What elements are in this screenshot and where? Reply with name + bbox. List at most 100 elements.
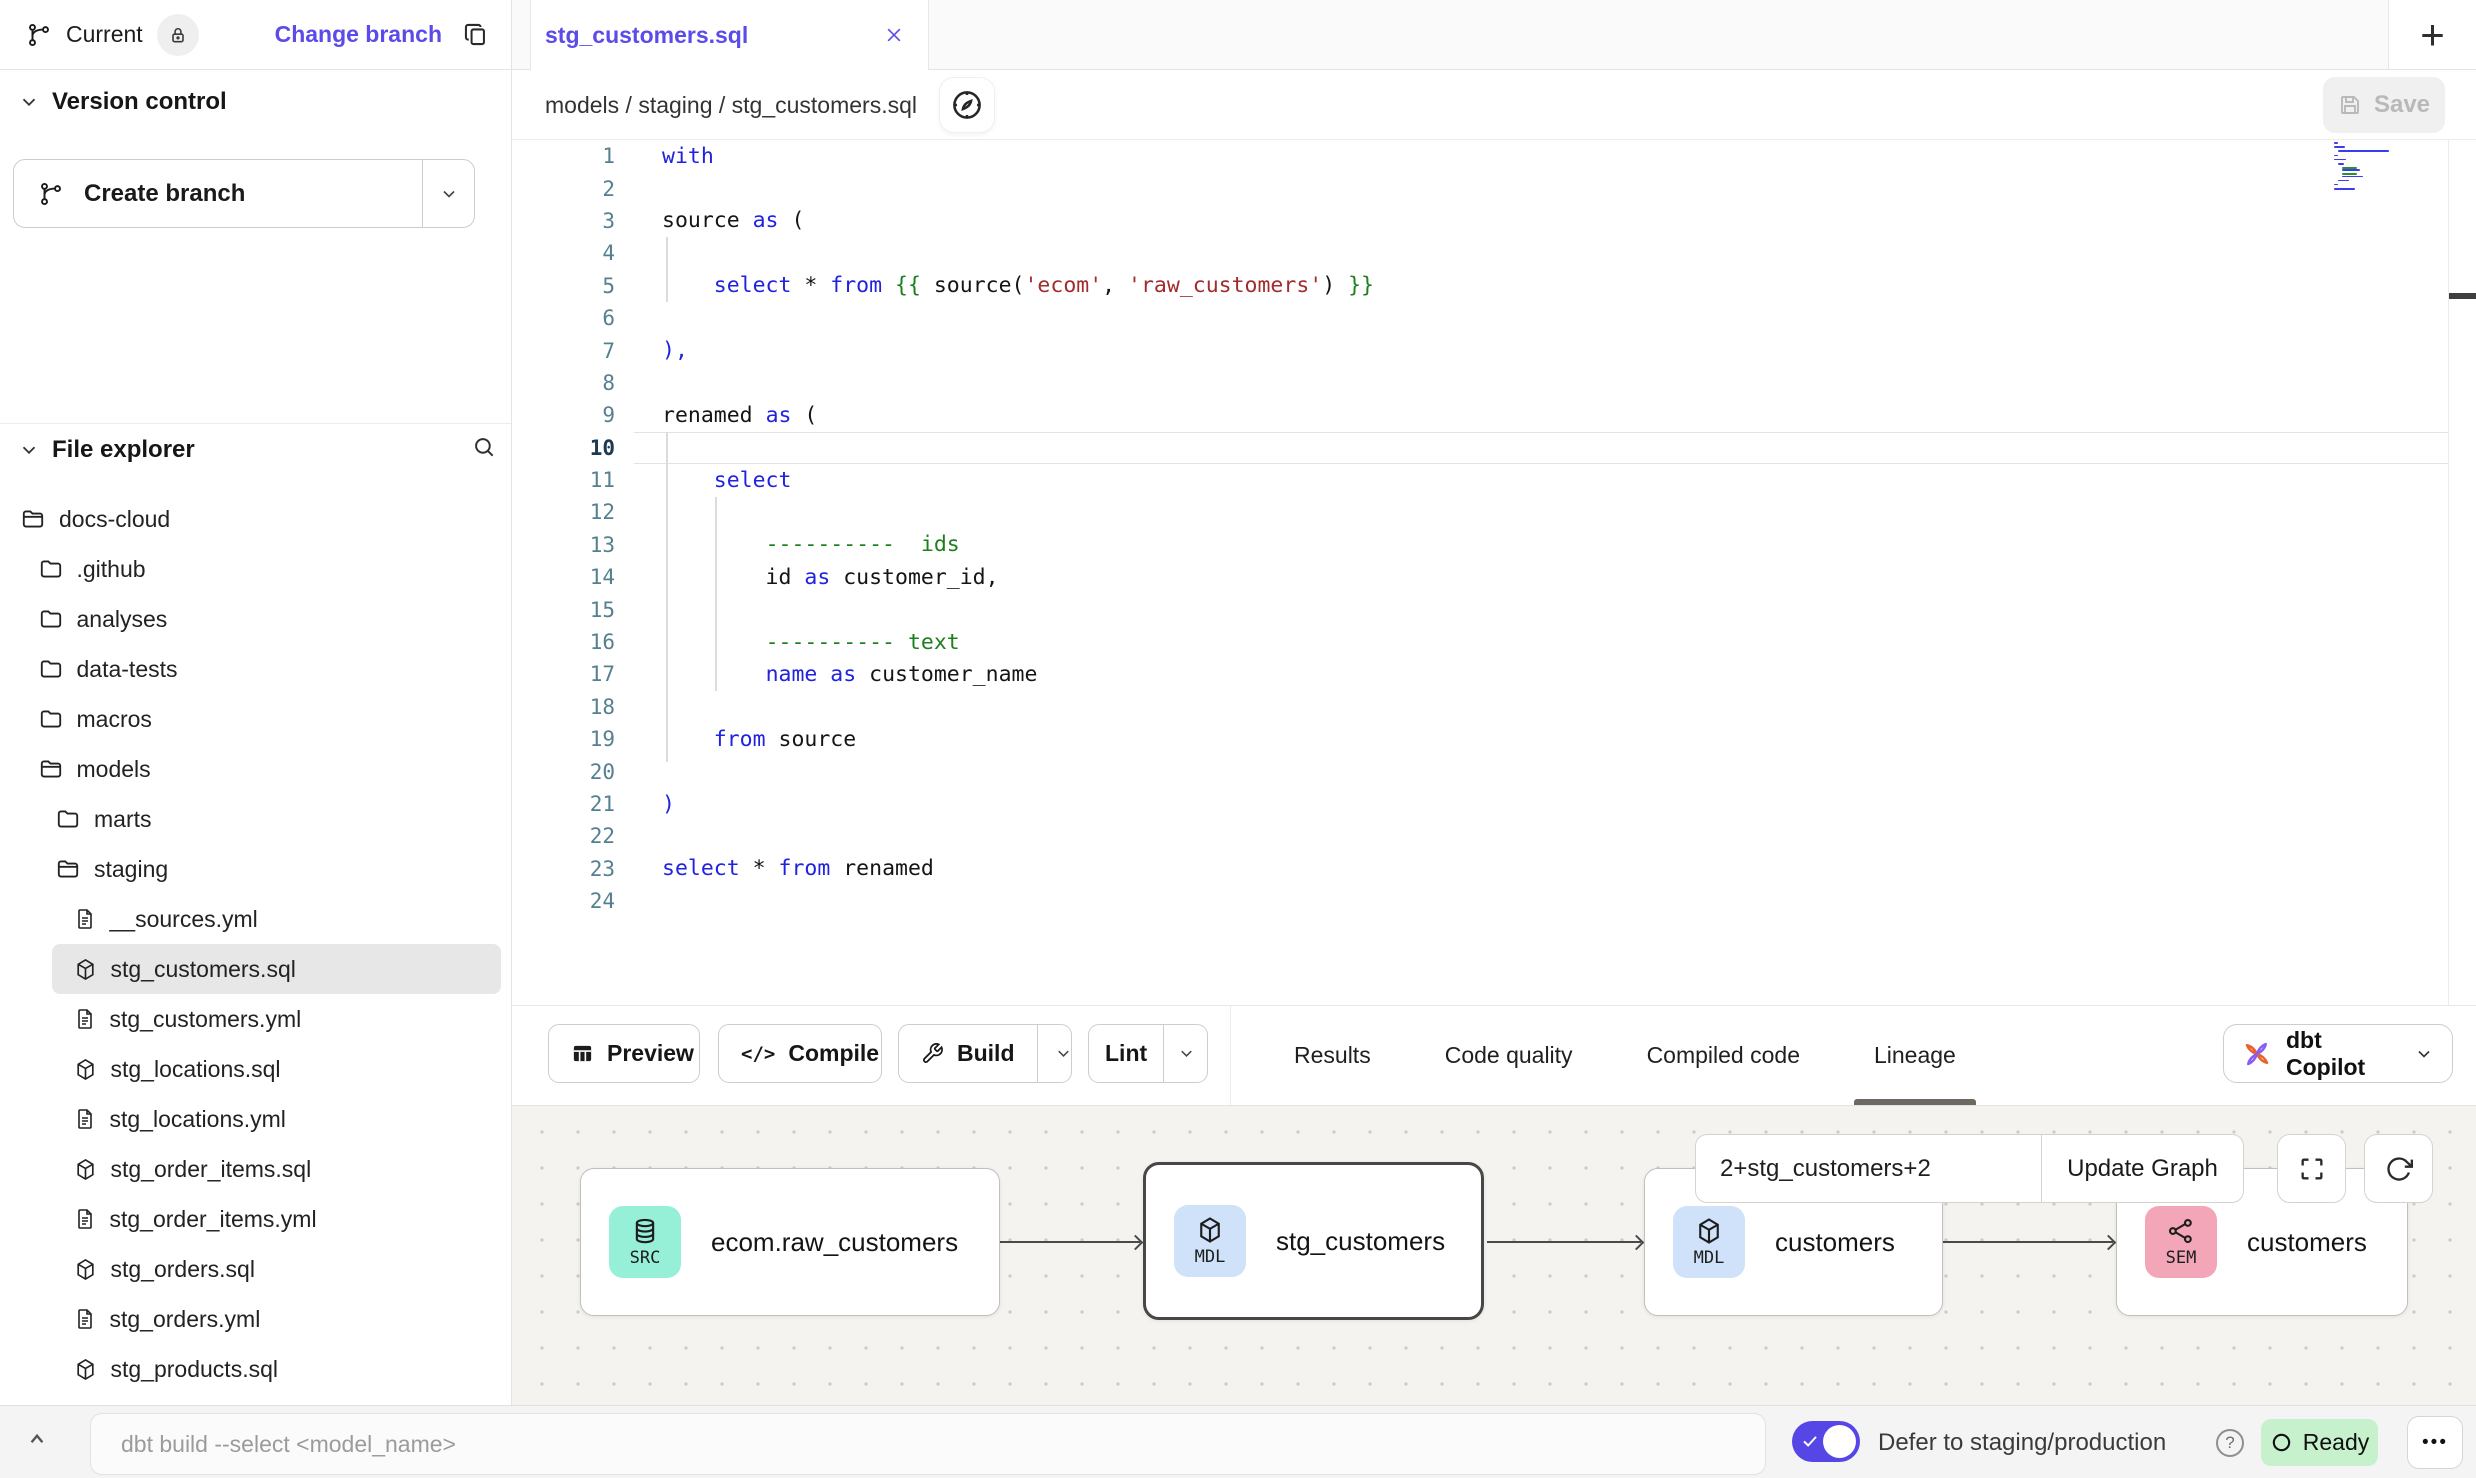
file-tree-item[interactable]: docs-cloud (0, 494, 511, 544)
build-dropdown[interactable] (1037, 1025, 1089, 1082)
file-tree-item[interactable]: stg_locations.yml (0, 1094, 511, 1144)
line-number: 2 (512, 177, 615, 201)
code-token: ---------- ids (766, 532, 960, 557)
lint-main[interactable]: Lint (1089, 1025, 1163, 1082)
code-token (662, 630, 766, 655)
refresh-icon[interactable] (2364, 1134, 2433, 1203)
file-tree-item[interactable]: data-tests (0, 644, 511, 694)
line-number: 24 (512, 889, 615, 913)
code-token: ) (662, 792, 675, 817)
build-main[interactable]: Build (899, 1025, 1037, 1082)
code-text: select * from renamed (615, 856, 934, 881)
file-tree-item[interactable]: staging (0, 844, 511, 894)
file-tree-item[interactable]: stg_customers.sql (52, 944, 501, 994)
command-input[interactable] (90, 1413, 1766, 1475)
file-tree-label: stg_order_items.yml (110, 1206, 317, 1233)
compile-button[interactable]: </> Compile (718, 1024, 882, 1083)
code-token: id (662, 565, 804, 590)
badge-label: MDL (1694, 1248, 1725, 1268)
code-token: select (714, 468, 792, 493)
file-tree-item[interactable]: stg_order_items.sql (0, 1144, 511, 1194)
lineage-canvas[interactable]: SRCecom.raw_customers MDLstg_customers MDL… (512, 1105, 2476, 1405)
cube-icon (1195, 1215, 1225, 1245)
lineage-selector-input[interactable] (1695, 1134, 2041, 1203)
ellipsis-menu-button[interactable]: ••• (2407, 1416, 2463, 1469)
defer-toggle[interactable] (1792, 1421, 1860, 1462)
tab-title: stg_customers.sql (531, 22, 748, 49)
code-line: 9renamed as ( (512, 399, 2476, 431)
copy-icon[interactable] (462, 21, 489, 48)
file-tree-item[interactable]: stg_products.sql (0, 1344, 511, 1394)
code-line: 16 ---------- text (512, 626, 2476, 658)
file-tree-label: .github (77, 556, 146, 583)
minimap[interactable] (2334, 142, 2424, 192)
tab-compiled-code[interactable]: Compiled code (1641, 1006, 1806, 1105)
copilot-compass-icon[interactable] (940, 78, 994, 132)
current-branch[interactable]: Current (0, 14, 199, 56)
code-line: 8 (512, 367, 2476, 399)
code-token: }} (1348, 273, 1374, 298)
file-tree-label: analyses (77, 606, 168, 633)
dbt-copilot-button[interactable]: dbt Copilot (2223, 1024, 2453, 1083)
code-line: 17 name as customer_name (512, 658, 2476, 690)
change-branch-link[interactable]: Change branch (275, 21, 442, 48)
file-tree-item[interactable]: models (0, 744, 511, 794)
search-icon[interactable] (471, 434, 497, 460)
file-tree-item[interactable]: stg_orders.sql (0, 1244, 511, 1294)
plus-icon[interactable]: + (2420, 14, 2445, 56)
code-text: ) (615, 792, 675, 817)
code-token (817, 662, 830, 687)
create-branch-dropdown[interactable] (422, 160, 474, 227)
help-icon[interactable]: ? (2216, 1429, 2244, 1457)
code-text: ), (615, 338, 688, 363)
build-label: Build (957, 1040, 1015, 1067)
update-graph-button[interactable]: Update Graph (2041, 1134, 2244, 1203)
line-number: 23 (512, 857, 615, 881)
version-control-header[interactable]: Version control (0, 88, 511, 116)
file-tree-item[interactable]: stg_orders.yml (0, 1294, 511, 1344)
save-button[interactable]: Save (2323, 77, 2445, 133)
code-editor[interactable]: 1with23source as (45 select * from {{ so… (512, 140, 2476, 1005)
chevron-up-icon[interactable] (24, 1426, 50, 1452)
file-explorer-toggle[interactable]: File explorer (0, 436, 195, 464)
create-branch-main[interactable]: Create branch (14, 160, 422, 227)
file-tree-item[interactable]: .github (0, 544, 511, 594)
file-tree-item[interactable]: stg_locations.sql (0, 1044, 511, 1094)
code-line: 11 select (512, 464, 2476, 496)
model-icon (73, 957, 98, 982)
code-line: 3source as ( (512, 205, 2476, 237)
ready-status-badge[interactable]: Ready (2261, 1419, 2378, 1466)
version-control-section: Version control Create branch (0, 88, 511, 116)
lineage-node-ecom.raw_customers[interactable]: SRCecom.raw_customers (580, 1168, 1000, 1316)
line-number: 1 (512, 144, 615, 168)
fullscreen-icon[interactable] (2277, 1134, 2346, 1203)
close-icon[interactable] (884, 25, 904, 45)
tab-stg-customers[interactable]: stg_customers.sql (530, 0, 929, 70)
build-button: Build (898, 1024, 1072, 1083)
line-number: 12 (512, 500, 615, 524)
file-tree-item[interactable]: marts (0, 794, 511, 844)
file-tree-item[interactable]: macros (0, 694, 511, 744)
file-tree-item[interactable]: stg_customers.yml (0, 994, 511, 1044)
current-branch-label: Current (66, 21, 143, 48)
file-tree-label: stg_products.sql (111, 1356, 278, 1383)
tab-lineage[interactable]: Lineage (1868, 1006, 1962, 1105)
breadcrumb: models / staging / stg_customers.sql (545, 70, 917, 140)
tab-code-quality[interactable]: Code quality (1439, 1006, 1579, 1105)
doc-icon (73, 1107, 97, 1131)
line-number: 14 (512, 565, 615, 589)
doc-icon (73, 1007, 97, 1031)
preview-button[interactable]: Preview (548, 1024, 700, 1083)
lineage-node-stg_customers[interactable]: MDLstg_customers (1143, 1162, 1484, 1320)
active-line-highlight (634, 432, 2448, 464)
lint-dropdown[interactable] (1163, 1025, 1209, 1082)
lineage-controls: Update Graph (1695, 1134, 2244, 1203)
file-tree-item[interactable]: stg_order_items.yml (0, 1194, 511, 1244)
code-line: 2 (512, 172, 2476, 204)
file-tree-item[interactable]: analyses (0, 594, 511, 644)
scrollbar-thumb[interactable] (2449, 293, 2476, 299)
lineage-edge (1943, 1241, 2113, 1243)
line-number: 22 (512, 824, 615, 848)
tab-results[interactable]: Results (1288, 1006, 1377, 1105)
file-tree-item[interactable]: __sources.yml (0, 894, 511, 944)
